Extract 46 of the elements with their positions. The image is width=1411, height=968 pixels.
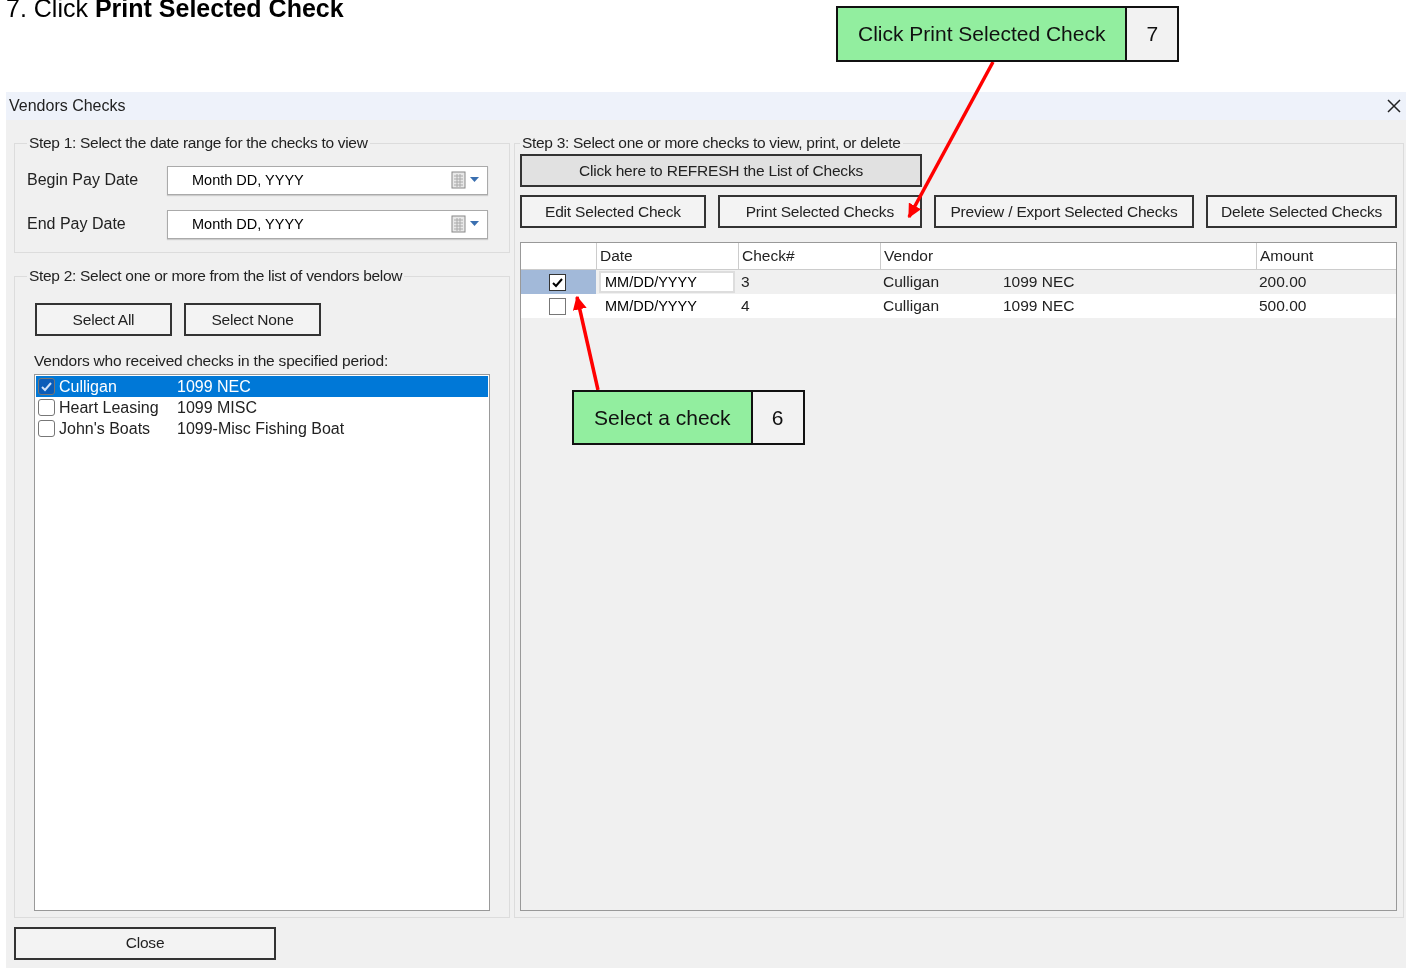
field-label: End Pay Date — [27, 215, 127, 233]
checkbox[interactable] — [38, 378, 55, 395]
table-cell-text: Culligan — [882, 273, 940, 291]
calendar-dropdown-icon[interactable] — [451, 215, 481, 233]
column-header[interactable]: Date — [596, 243, 738, 269]
action-button[interactable]: Preview / Export Selected Checks — [933, 195, 1195, 228]
checkbox[interactable] — [549, 273, 566, 291]
table-cell-text: 4 — [740, 297, 751, 315]
group-legend: Step 1: Select the date range for the checks to view — [27, 134, 370, 152]
checkbox[interactable] — [549, 297, 566, 315]
select-button[interactable]: Select None — [184, 303, 321, 336]
close-icon[interactable] — [1386, 98, 1402, 114]
date-picker-field[interactable]: Month DD, YYYY — [167, 209, 488, 239]
grid-row[interactable]: MM/DD/YYYY 4 Culligan 1099 NEC 500.00 — [521, 294, 1396, 318]
table-cell-text: 1099 NEC — [1002, 297, 1076, 315]
list-label: Vendors who received checks in the specified period: — [33, 352, 390, 370]
vendor-list-item[interactable]: Heart Leasing 1099 MISC — [36, 397, 488, 418]
action-button[interactable]: Delete Selected Checks — [1206, 195, 1397, 228]
group-legend: Step 2: Select one or more from the list of vendors below — [27, 267, 405, 285]
row-selector[interactable] — [521, 270, 596, 294]
callout-text: Click Print Selected Check — [838, 8, 1128, 60]
field-label: Begin Pay Date — [27, 171, 140, 189]
callout-text: Select a check — [574, 392, 753, 443]
close-button[interactable]: Close — [14, 926, 276, 960]
step-number: 7 — [1127, 8, 1178, 60]
table-cell-text: 500.00 — [1258, 297, 1308, 315]
table-cell-text: Culligan — [882, 297, 940, 315]
select-button[interactable]: Select All — [35, 303, 172, 336]
window-title: Vendors Checks — [9, 97, 126, 115]
group-legend: Step 3: Select one or more checks to view, print, or delete — [520, 134, 903, 152]
checkbox[interactable] — [38, 399, 55, 416]
date-picker-field[interactable]: Month DD, YYYY — [167, 165, 488, 195]
table-cell-text: 1099 NEC — [1002, 273, 1076, 291]
vendor-list-item[interactable]: Culligan 1099 NEC — [36, 376, 488, 397]
action-button[interactable]: Edit Selected Check — [520, 195, 706, 228]
column-header[interactable]: Check# — [738, 243, 880, 269]
column-header[interactable]: Vendor — [880, 243, 1256, 269]
checkbox[interactable] — [38, 420, 55, 437]
action-button[interactable]: Print Selected Checks — [717, 195, 922, 228]
vendor-list-item[interactable]: John's Boats 1099-Misc Fishing Boat — [36, 418, 488, 439]
table-cell-text: 3 — [740, 273, 751, 291]
column-header[interactable]: Amount — [1256, 243, 1396, 269]
calendar-dropdown-icon[interactable] — [451, 171, 481, 189]
date-cell: MM/DD/YYYY — [599, 271, 735, 293]
table-cell-text: 200.00 — [1258, 273, 1308, 291]
refresh-button[interactable]: Click here to REFRESH the List of Checks — [520, 154, 922, 187]
